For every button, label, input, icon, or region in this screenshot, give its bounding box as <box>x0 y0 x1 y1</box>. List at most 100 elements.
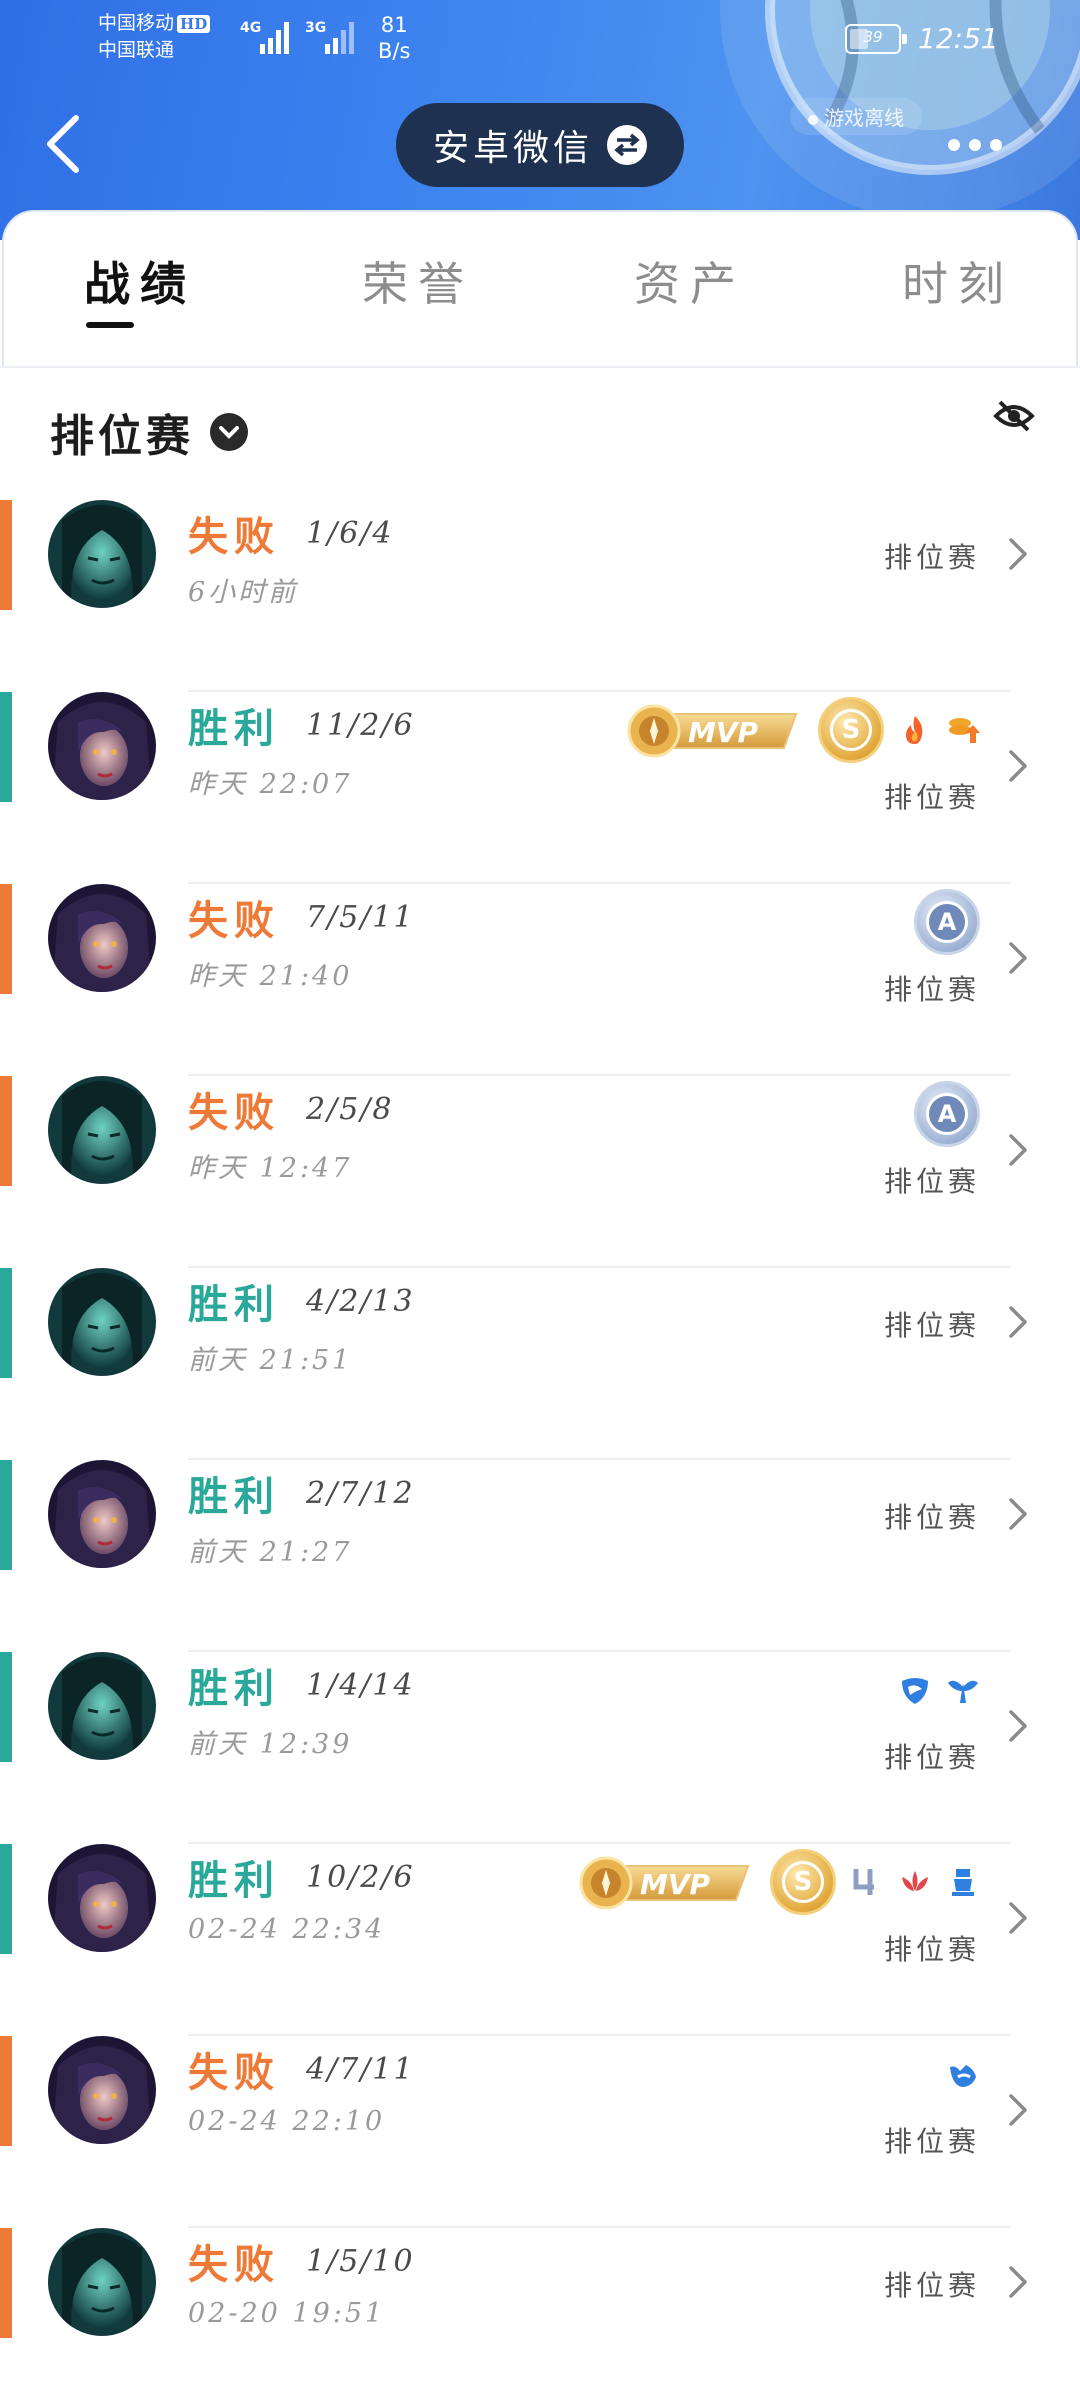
match-row[interactable]: 失败 2/5/8 昨天 12:47 A 排位赛 <box>0 1076 1080 1268</box>
tab-assets[interactable]: 资产 <box>634 248 746 314</box>
match-time: 6小时前 <box>188 577 299 608</box>
match-row[interactable]: 胜利 2/7/12 前天 21:27 排位赛 <box>0 1460 1080 1652</box>
signal-3g-icon: 3G <box>305 20 354 54</box>
chevron-right-icon <box>1009 538 1027 570</box>
result-label: 胜利 <box>188 1857 280 1904</box>
svg-text:MVP: MVP <box>640 1868 711 1901</box>
more-dot-icon <box>969 139 981 151</box>
match-row[interactable]: 胜利 10/2/6 02-24 22:34 MVP S 排位赛 <box>0 1844 1080 2036</box>
result-indicator <box>0 1076 12 1186</box>
signal-4g-icon: 4G <box>240 20 289 54</box>
tab-moments[interactable]: 时刻 <box>902 248 1014 314</box>
clock: 12:51 <box>918 22 999 55</box>
result-indicator <box>0 500 12 610</box>
achievement-badges: MVP S <box>626 694 980 766</box>
match-mode: 排位赛 <box>883 541 980 574</box>
result-label: 失败 <box>188 513 280 560</box>
kda-score: 10/2/6 <box>306 1860 415 1895</box>
chevron-right-icon <box>1009 942 1027 974</box>
achievement-badges <box>946 2038 980 2110</box>
match-mode: 排位赛 <box>883 781 980 814</box>
account-switch-button[interactable]: 安卓微信 <box>396 103 684 187</box>
match-row[interactable]: 胜利 4/2/13 前天 21:51 排位赛 <box>0 1268 1080 1460</box>
chevron-right-icon <box>1009 1710 1027 1742</box>
wings-icon <box>948 1680 978 1703</box>
result-indicator <box>0 1844 12 1954</box>
result-indicator <box>0 1460 12 1570</box>
result-indicator <box>0 1652 12 1762</box>
fire-icon <box>906 716 923 744</box>
active-tab-indicator <box>86 322 134 328</box>
more-dot-icon <box>990 139 1002 151</box>
match-mode: 排位赛 <box>883 1309 980 1342</box>
kda-score: 1/4/14 <box>306 1668 415 1703</box>
tab-records[interactable]: 战绩 <box>84 248 196 314</box>
match-time: 02-20 19:51 <box>188 2298 386 2329</box>
kda-score: 2/5/8 <box>306 1092 394 1127</box>
match-row[interactable]: 失败 1/5/10 02-20 19:51 排位赛 <box>0 2228 1080 2400</box>
chevron-right-icon <box>1009 2266 1027 2298</box>
match-list: 失败 1/6/4 6小时前 排位赛 胜利 11/2/6 昨天 22:07 MVP <box>0 500 1080 2400</box>
result-label: 失败 <box>188 2241 280 2288</box>
offline-status: 游戏离线 <box>790 98 922 135</box>
result-indicator <box>0 2228 12 2338</box>
mode-filter-label: 排位赛 <box>50 411 194 462</box>
more-dot-icon <box>948 139 960 151</box>
result-label: 失败 <box>188 2049 280 2096</box>
speed-value: 81 <box>380 13 408 37</box>
back-button[interactable] <box>36 108 92 180</box>
mvp-badge: MVP <box>627 704 798 758</box>
a-rating-badge: A <box>914 889 980 955</box>
account-title: 安卓微信 <box>432 128 593 169</box>
a-rating-badge: A <box>914 1081 980 1147</box>
carrier-2: 中国联通 <box>98 39 175 61</box>
svg-text:MVP: MVP <box>688 716 759 749</box>
header: 中国移动 HD 中国联通 4G 3G 81 B/s 39 12:51 游戏离线 安… <box>0 0 1080 240</box>
status-bar: 中国移动 HD 中国联通 4G 3G 81 B/s 39 12:51 <box>0 0 1080 76</box>
hero-avatar <box>48 1460 156 1568</box>
result-indicator <box>0 1268 12 1378</box>
offline-dot-icon <box>808 114 818 125</box>
s-rating-badge: S <box>770 1849 836 1915</box>
achievement-badges: MVP S <box>578 1846 980 1918</box>
achievement-badges: A <box>914 1078 980 1150</box>
result-label: 胜利 <box>188 1665 280 1712</box>
hero-avatar <box>48 1844 156 1952</box>
speed-unit: B/s <box>378 39 411 63</box>
chevron-right-icon <box>1009 2094 1027 2126</box>
match-row[interactable]: 失败 4/7/11 02-24 22:10 排位赛 <box>0 2036 1080 2228</box>
hero-avatar <box>48 692 156 800</box>
match-row[interactable]: 胜利 1/4/14 前天 12:39 排位赛 <box>0 1652 1080 1844</box>
match-time: 昨天 22:07 <box>188 769 353 800</box>
match-time: 前天 21:27 <box>188 1537 353 1568</box>
match-mode: 排位赛 <box>883 2269 980 2302</box>
mode-filter-dropdown[interactable]: 排位赛 <box>50 400 248 464</box>
signal-4g-label: 4G <box>240 20 261 36</box>
quadra-kill-icon <box>853 1869 874 1895</box>
hide-records-button[interactable] <box>992 394 1036 438</box>
match-row[interactable]: 胜利 11/2/6 昨天 22:07 MVP S 排位赛 <box>0 692 1080 884</box>
battery-level: 39 <box>863 28 883 46</box>
match-time: 前天 21:51 <box>188 1345 353 1376</box>
mvp-badge: MVP <box>579 1856 750 1910</box>
kda-score: 1/5/10 <box>306 2244 415 2279</box>
result-label: 失败 <box>188 1089 280 1136</box>
match-row[interactable]: 失败 7/5/11 昨天 21:40 A 排位赛 <box>0 884 1080 1076</box>
eye-off-icon <box>993 400 1035 432</box>
match-time: 昨天 12:47 <box>188 1153 353 1184</box>
result-indicator <box>0 884 12 994</box>
hero-avatar <box>48 2228 156 2336</box>
chevron-right-icon <box>1009 1902 1027 1934</box>
tab-honors[interactable]: 荣誉 <box>362 248 474 314</box>
tower-icon <box>952 1869 974 1896</box>
match-time: 02-24 22:10 <box>188 2106 386 2137</box>
match-mode: 排位赛 <box>883 1165 980 1198</box>
kda-score: 11/2/6 <box>306 708 415 743</box>
offline-text: 游戏离线 <box>824 106 904 130</box>
kda-score: 1/6/4 <box>306 516 394 551</box>
match-mode: 排位赛 <box>883 2125 980 2158</box>
more-options-button[interactable] <box>948 130 1020 160</box>
match-row[interactable]: 失败 1/6/4 6小时前 排位赛 <box>0 500 1080 692</box>
signal-3g-label: 3G <box>305 20 326 36</box>
shield-icon <box>902 1678 928 1704</box>
